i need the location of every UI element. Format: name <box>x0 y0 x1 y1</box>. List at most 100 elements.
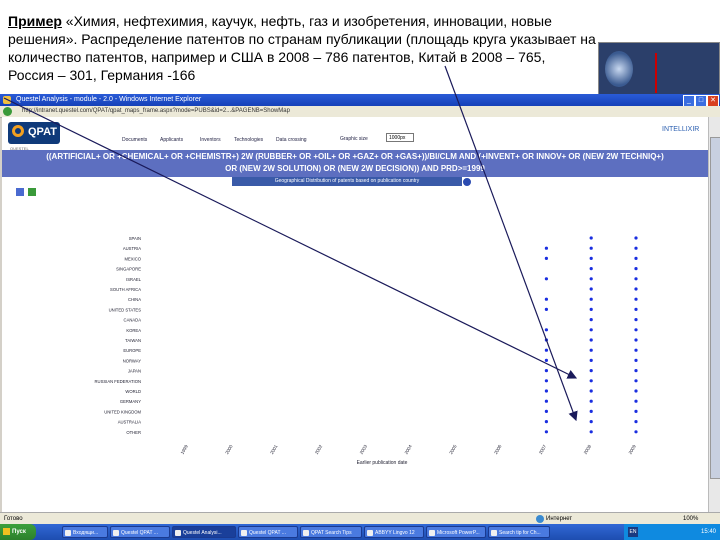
bubble <box>589 430 593 434</box>
thumbnail-red-line <box>655 53 657 93</box>
x-tick-label: 2003 <box>359 444 369 456</box>
bubble <box>544 409 549 413</box>
task-button[interactable]: Questel QPAT ... <box>110 526 170 538</box>
y-tick-label: AUSTRIA <box>123 246 141 251</box>
bubble <box>634 328 638 332</box>
task-button[interactable]: Microsoft PowerP... <box>426 526 486 538</box>
bubble <box>634 236 638 240</box>
bubble <box>589 420 593 424</box>
start-button[interactable]: Пуск <box>0 524 36 540</box>
bubble <box>589 338 593 342</box>
bubble <box>589 369 593 373</box>
bubble <box>634 420 638 424</box>
task-label: ABBYY Lingvo 12 <box>375 530 415 536</box>
bubble <box>634 358 638 362</box>
task-label: Входящи... <box>73 530 99 536</box>
x-tick-label: 2006 <box>493 444 503 456</box>
bubble <box>589 297 593 301</box>
y-tick-label: MEXICO <box>124 256 141 261</box>
x-tick-label: 2009 <box>628 444 638 456</box>
bubble <box>544 277 549 281</box>
bubble <box>544 307 549 311</box>
x-tick-label: 2008 <box>583 444 593 456</box>
y-tick-label: CHINA <box>128 297 141 302</box>
windows-flag-icon <box>3 528 10 535</box>
x-tick-label: 2000 <box>224 444 234 456</box>
bubble <box>589 277 593 281</box>
y-tick-label: NORWAY <box>123 358 142 363</box>
bubble-chart: SPAIN AUSTRIA MEXICO SINGAPORE ISRAEL SOUTH A… <box>95 236 638 466</box>
bubble <box>589 379 593 383</box>
bubble <box>634 256 638 260</box>
bubble <box>634 318 638 322</box>
bubble <box>589 287 593 291</box>
bubble <box>544 256 549 260</box>
bubble <box>634 369 638 373</box>
task-button[interactable]: ABBYY Lingvo 12 <box>364 526 424 538</box>
bubble <box>589 256 593 260</box>
scrollbar-thumb[interactable] <box>710 137 720 479</box>
bubble <box>589 348 593 352</box>
x-tick-label: 2005 <box>448 444 458 456</box>
task-icon <box>241 530 247 536</box>
browser-window: Questel Analysis - module - 2.0 - Window… <box>0 94 720 540</box>
task-button-active[interactable]: Questel Analysi... <box>172 526 236 538</box>
task-label: QPAT Search Tips <box>311 530 352 536</box>
bubble <box>544 338 549 342</box>
system-tray: EN 15:40 <box>624 524 720 540</box>
language-indicator[interactable]: EN <box>628 527 638 537</box>
bubble <box>544 420 549 424</box>
task-icon <box>113 530 119 536</box>
y-tick-label: AUSTRALIA <box>118 420 141 425</box>
task-icon <box>65 530 71 536</box>
x-tick-label: 1999 <box>180 444 190 456</box>
bubble <box>634 267 638 271</box>
bubble <box>589 246 593 250</box>
y-tick-label: JAPAN <box>128 369 141 374</box>
bubble <box>544 430 549 434</box>
bubble <box>634 246 638 250</box>
bubble <box>634 389 638 393</box>
address-text[interactable]: http://intranet.questel.com/QPAT/qpat_ma… <box>22 106 290 117</box>
task-icon <box>491 530 497 536</box>
x-tick-label: 2007 <box>538 444 548 456</box>
task-icon <box>303 530 309 536</box>
bubble <box>589 236 593 240</box>
bubble <box>589 389 593 393</box>
bubble <box>634 277 638 281</box>
bubble <box>634 307 638 311</box>
y-tick-label: SOUTH AFRICA <box>110 287 141 292</box>
y-tick-label: KOREA <box>126 328 141 333</box>
ie-icon <box>3 96 11 104</box>
globe-icon <box>536 515 544 523</box>
y-tick-label: ISRAEL <box>126 277 142 282</box>
task-button[interactable]: Search tip for Ch... <box>488 526 550 538</box>
task-button[interactable]: Questel QPAT ... <box>238 526 298 538</box>
title-bar: Questel Analysis - module - 2.0 - Window… <box>0 94 720 107</box>
bubble <box>634 430 638 434</box>
y-tick-label: UNITED STATES <box>109 307 142 312</box>
thumbnail-image <box>598 42 720 96</box>
task-label: Search tip for Ch... <box>499 530 541 536</box>
y-tick-label: SPAIN <box>129 236 141 241</box>
bubble <box>589 358 593 362</box>
bubble <box>544 379 549 383</box>
y-tick-label: CANADA <box>124 318 142 323</box>
task-button[interactable]: QPAT Search Tips <box>300 526 362 538</box>
x-tick-label: 2001 <box>269 444 279 456</box>
back-icon[interactable] <box>3 107 12 116</box>
clock: 15:40 <box>700 529 716 535</box>
bubble <box>634 338 638 342</box>
y-tick-label: OTHER <box>126 430 141 435</box>
slide-line-1: Пример «Химия, нефтехимия, каучук, нефть… <box>8 12 648 30</box>
example-label: Пример <box>8 13 62 29</box>
bubble <box>589 328 593 332</box>
vertical-scrollbar[interactable] <box>708 117 720 512</box>
bubble <box>634 297 638 301</box>
task-label: Questel QPAT ... <box>249 530 286 536</box>
task-button[interactable]: Входящи... <box>62 526 108 538</box>
bubble <box>634 409 638 413</box>
bubble <box>544 297 549 301</box>
y-tick-label: UNITED KINGDOM <box>104 409 141 414</box>
bubble <box>544 348 549 352</box>
